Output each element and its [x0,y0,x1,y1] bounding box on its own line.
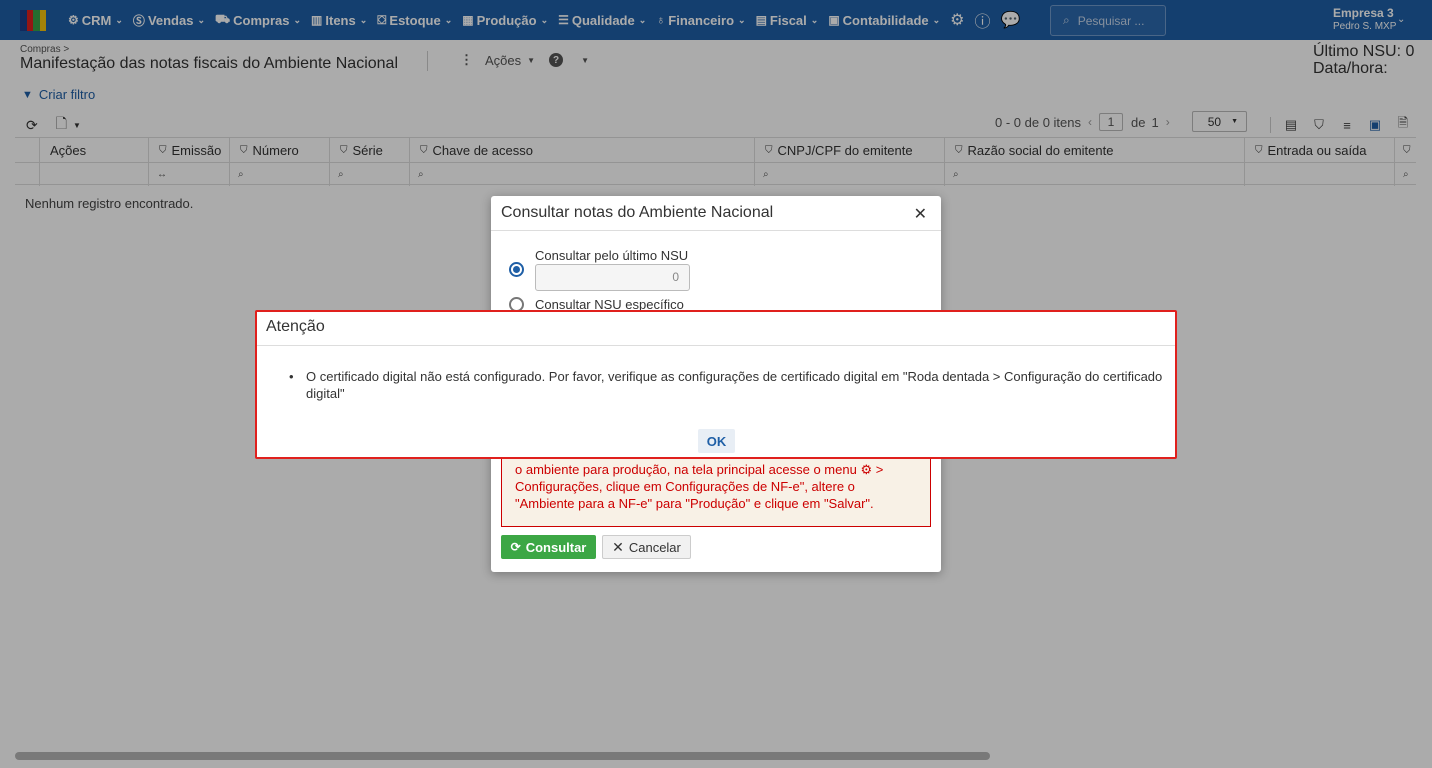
alert-title: Atenção [266,318,325,335]
radio-last-nsu[interactable] [509,262,524,277]
refresh-icon: ⟳ [510,540,521,554]
dialog-title: Consultar notas do Ambiente Nacional [501,204,774,221]
ok-button[interactable]: OK [698,429,735,453]
alert-message: O certificado digital não está configura… [289,368,1172,402]
consult-button[interactable]: ⟳ Consultar [501,535,596,559]
cancel-button[interactable]: ✕ Cancelar [602,535,691,559]
close-icon: ✕ [612,538,624,555]
close-icon[interactable]: ✕ [914,204,927,224]
radio-last-nsu-label: Consultar pelo último NSU [535,248,689,263]
divider [491,230,941,231]
last-nsu-input: 0 [535,264,690,291]
divider [257,345,1175,346]
attention-alert: Atenção O certificado digital não está c… [255,310,1177,459]
